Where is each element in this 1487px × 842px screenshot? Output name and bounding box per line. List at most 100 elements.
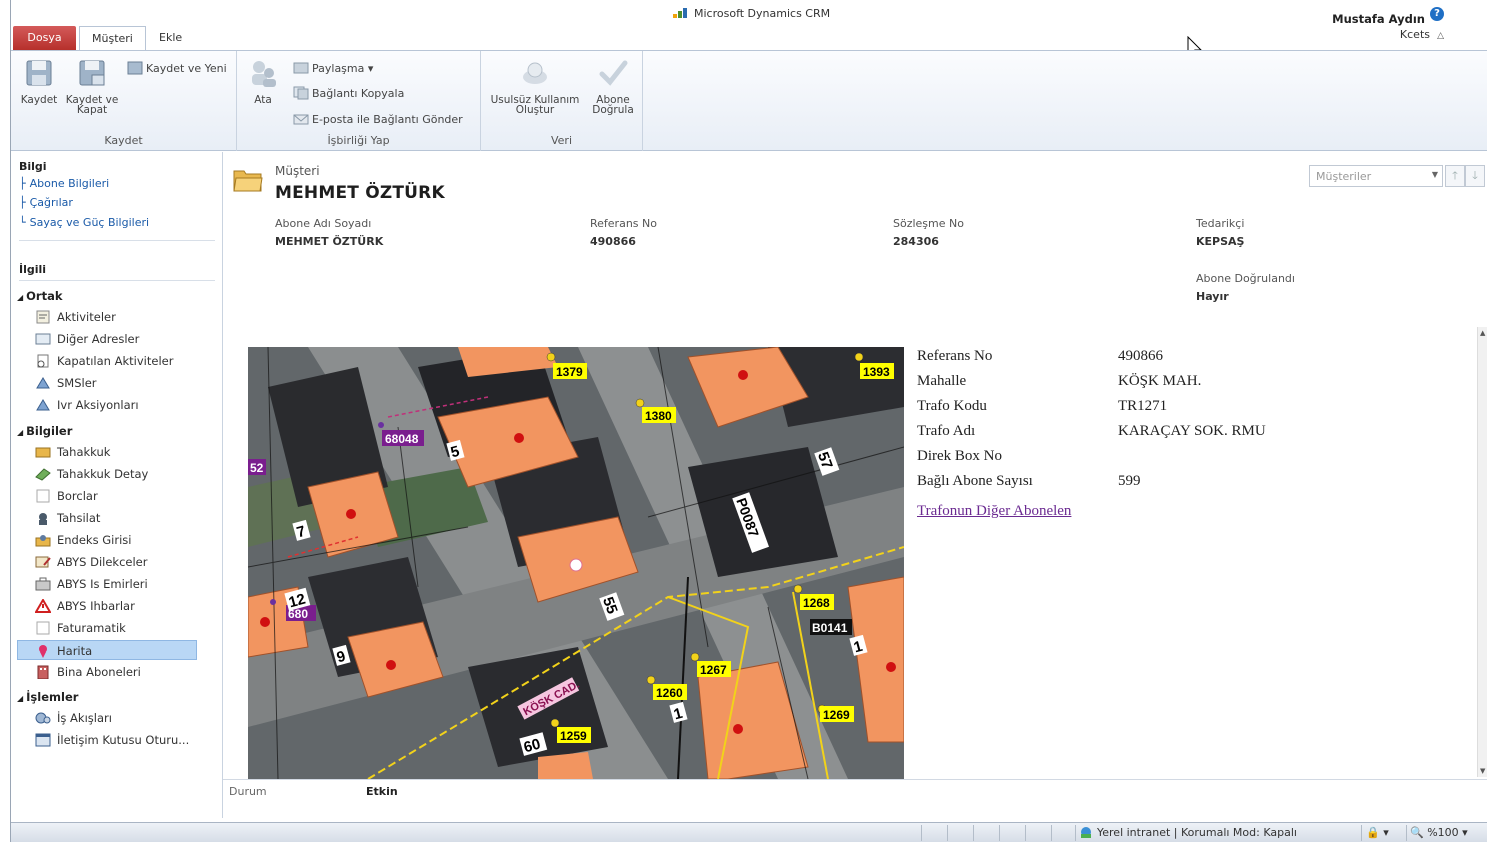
map-label: 1268 <box>803 596 830 610</box>
nav-item-ivr-actions[interactable]: Ivr Aksiyonları <box>35 395 199 415</box>
nav-item-abys-reports[interactable]: ABYS Ihbarlar <box>35 596 199 616</box>
nav-related-header: İlgili <box>19 263 47 276</box>
nav-item-debts[interactable]: Borclar <box>35 486 199 506</box>
collection-icon <box>39 513 47 525</box>
assign-button[interactable]: Ata <box>245 57 281 105</box>
help-icon[interactable]: ? <box>1430 7 1444 21</box>
nav-item-workflows[interactable]: İş Akışları <box>35 708 199 728</box>
email-link-icon <box>293 114 309 125</box>
nav-link-calls[interactable]: ├ Çağrılar <box>19 196 73 209</box>
nav-item-other-addresses[interactable]: Diğer Adresler <box>35 329 199 349</box>
nav-item-label: Tahakkuk Detay <box>57 467 149 481</box>
info-label: Bağlı Abone Sayısı <box>917 473 1033 489</box>
scroll-down-icon[interactable]: ▼ <box>1480 767 1485 775</box>
copy-link-button[interactable]: Bağlantı Kopyala <box>293 86 404 100</box>
field-label-contract-no: Sözleşme No <box>893 217 964 230</box>
field-value-reference-no: 490866 <box>590 235 636 248</box>
nav-item-label: Endeks Girisi <box>57 533 132 547</box>
security-zone[interactable]: Yerel intranet | Korumalı Mod: Kapalı <box>1079 826 1297 839</box>
nav-section-title: Ortak <box>26 289 63 303</box>
zoom-control[interactable]: 🔍 %100 ▾ <box>1410 826 1468 839</box>
nav-section-title: Bilgiler <box>26 424 73 438</box>
share-button[interactable]: Paylaşma ▾ <box>293 61 373 75</box>
verify-label-2: Doğrula <box>592 104 634 116</box>
nav-item-map[interactable]: Harita <box>17 640 197 660</box>
info-value: 599 <box>1118 473 1141 489</box>
nav-item-abys-petitions[interactable]: ABYS Dilekceler <box>35 552 199 572</box>
info-label: Mahalle <box>917 373 967 389</box>
other-subscribers-link[interactable]: Trafonun Diğer Abonelen <box>917 503 1071 520</box>
group-label-save: Kaydet <box>104 134 143 147</box>
nav-item-accrual[interactable]: Tahakkuk <box>35 442 199 462</box>
nav-link-label: Çağrılar <box>29 196 73 209</box>
nav-item-collection[interactable]: Tahsilat <box>35 508 199 528</box>
save-close-button[interactable]: Kaydet ve Kapat <box>65 57 119 115</box>
status-divider <box>999 825 1000 841</box>
nav-item-label: ABYS Dilekceler <box>57 555 148 569</box>
view-select-value: Müşteriler <box>1316 170 1372 183</box>
chevron-down-icon: ▼ <box>1431 170 1438 179</box>
nav-divider <box>19 240 215 241</box>
zoom-dropdown-icon[interactable]: ▾ <box>1462 826 1468 839</box>
save-new-button[interactable]: Kaydet ve Yeni <box>127 61 227 75</box>
record-view-select[interactable]: Müşteriler ▼ <box>1309 165 1443 187</box>
map-view[interactable]: 1379 1393 1380 68048 52 1268 B0141 1267 … <box>248 347 904 779</box>
ribbon-group-data: Usulsüz Kullanım Oluştur Abone Doğrula V… <box>481 51 643 151</box>
nav-item-index-entry[interactable]: Endeks Girisi <box>35 530 199 550</box>
save-button[interactable]: Kaydet <box>15 57 63 105</box>
nav-section-title: İşlemler <box>26 690 79 704</box>
info-value: KARAÇAY SOK. RMU <box>1118 423 1266 439</box>
nav-link-meter-power[interactable]: └ Sayaç ve Güç Bilgileri <box>19 216 149 229</box>
nav-item-sms[interactable]: SMSler <box>35 373 199 393</box>
nav-item-label: Ivr Aksiyonları <box>57 398 139 412</box>
accrual-icon <box>35 447 51 458</box>
vertical-scrollbar[interactable]: ▲ ▼ <box>1477 327 1487 777</box>
user-name[interactable]: Mustafa Aydın <box>1332 12 1425 26</box>
save-new-label: Kaydet ve Yeni <box>146 62 227 75</box>
scroll-up-icon[interactable]: ▲ <box>1480 329 1485 337</box>
app-title: Microsoft Dynamics CRM <box>673 7 830 20</box>
status-label: Durum <box>229 785 267 798</box>
nav-item-closed-activities[interactable]: Kapatılan Aktiviteler <box>35 351 199 371</box>
protected-mode-icon[interactable]: 🔒 ▾ <box>1366 826 1389 839</box>
next-record-button[interactable]: 🡓 <box>1465 165 1485 187</box>
nav-item-building-subscribers[interactable]: Bina Aboneleri <box>35 662 199 682</box>
create-illegal-use-button[interactable]: Usulsüz Kullanım Oluştur <box>487 57 583 115</box>
nav-item-label: SMSler <box>57 376 97 390</box>
verify-subscriber-button[interactable]: Abone Doğrula <box>585 57 641 115</box>
assign-label: Ata <box>254 94 272 106</box>
copy-link-icon <box>293 86 309 100</box>
closed-activities-icon <box>37 354 49 368</box>
nav-item-dialog-sessions[interactable]: İletişim Kutusu Oturu... <box>35 730 199 750</box>
nav-section-info[interactable]: ◢ Bilgiler <box>17 424 72 438</box>
tab-customer[interactable]: Müşteri <box>79 26 146 50</box>
nav-item-accrual-detail[interactable]: Tahakkuk Detay <box>35 464 199 484</box>
email-link-button[interactable]: E-posta ile Bağlantı Gönder <box>293 112 463 126</box>
nav-section-common[interactable]: ◢ Ortak <box>17 289 63 303</box>
nav-item-abys-work-orders[interactable]: ABYS Is Emirleri <box>35 574 199 594</box>
tab-insert[interactable]: Ekle <box>147 26 194 50</box>
left-navigation: Bilgi ├ Abone Bilgileri ├ Çağrılar └ Sayaç … <box>11 152 223 818</box>
status-divider <box>1406 825 1407 841</box>
nav-item-activities[interactable]: Aktiviteler <box>35 307 199 327</box>
dynamics-logo-icon <box>673 8 687 18</box>
group-label-collaborate: İşbirliği Yap <box>327 134 390 147</box>
nav-item-faturamatik[interactable]: Faturamatik <box>35 618 199 638</box>
share-dropdown-icon[interactable]: ▾ <box>368 62 374 75</box>
previous-record-button[interactable]: 🡑 <box>1445 165 1465 187</box>
security-zone-label: Yerel intranet | Korumalı Mod: Kapalı <box>1097 826 1297 839</box>
map-label: 1379 <box>556 365 583 379</box>
nav-item-label: Borclar <box>57 489 98 503</box>
aerial-map[interactable]: 1379 1393 1380 68048 52 1268 B0141 1267 … <box>248 347 904 779</box>
tab-file[interactable]: Dosya <box>13 26 76 50</box>
entity-type: Müşteri <box>275 164 320 178</box>
nav-section-processes[interactable]: ◢ İşlemler <box>17 690 78 704</box>
field-label-subscriber-name: Abone Adı Soyadı <box>275 217 372 230</box>
nav-item-label: Tahakkuk <box>57 445 111 459</box>
map-label: B0141 <box>812 621 848 635</box>
activities-icon <box>36 310 50 324</box>
status-divider <box>1075 825 1076 841</box>
field-label-verified: Abone Doğrulandı <box>1196 272 1295 285</box>
nav-link-subscriber-info[interactable]: ├ Abone Bilgileri <box>19 177 109 190</box>
debts-icon <box>36 489 50 503</box>
